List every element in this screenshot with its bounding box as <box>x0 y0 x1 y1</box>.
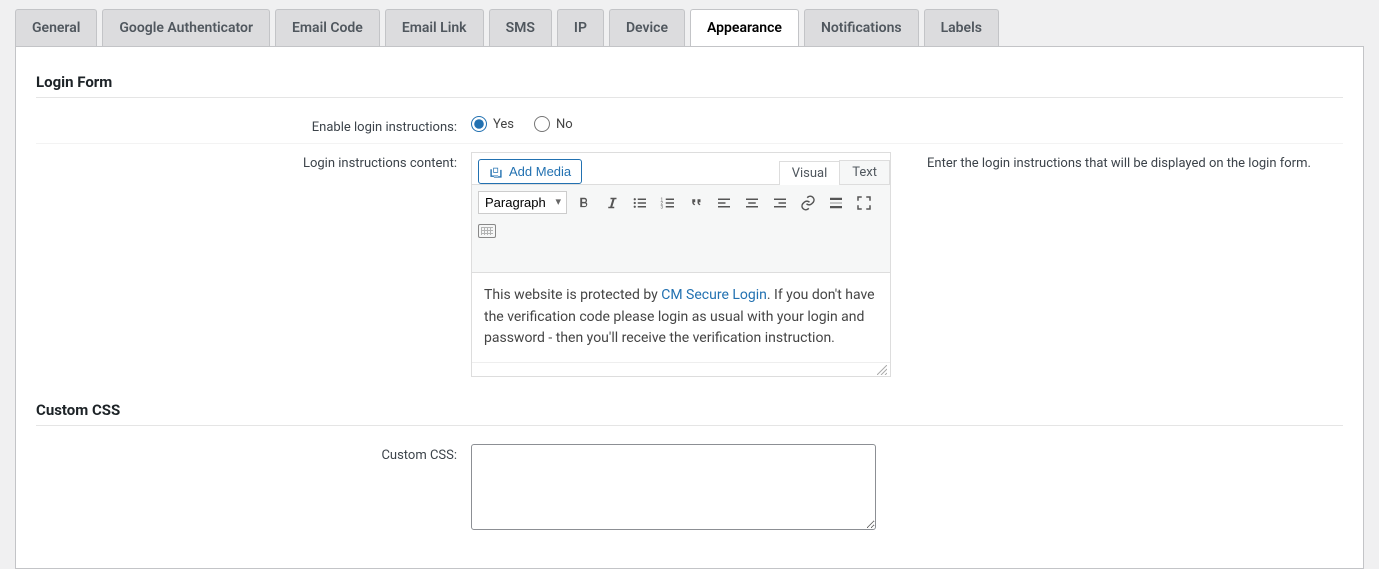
editor-tab-visual[interactable]: Visual <box>779 161 841 185</box>
editor-statusbar <box>472 362 890 376</box>
radio-yes-label: Yes <box>493 117 514 132</box>
editor-content[interactable]: This website is protected by CM Secure L… <box>472 273 890 362</box>
tab-general[interactable]: General <box>15 9 97 46</box>
tab-sms[interactable]: SMS <box>489 9 552 46</box>
blockquote-button[interactable] <box>685 192 707 214</box>
radio-yes[interactable]: Yes <box>471 116 514 132</box>
block-format-select[interactable]: Paragraph <box>478 191 567 214</box>
align-center-button[interactable] <box>741 192 763 214</box>
media-icon <box>489 165 503 179</box>
number-list-button[interactable]: 123 <box>657 192 679 214</box>
tab-appearance[interactable]: Appearance <box>690 9 799 46</box>
content-prefix: This website is protected by <box>484 287 661 303</box>
row-custom-css: Custom CSS: <box>36 436 1343 538</box>
section-custom-css: Custom CSS <box>36 401 1343 426</box>
radio-yes-input[interactable] <box>471 116 487 132</box>
svg-text:3: 3 <box>661 204 664 210</box>
read-more-button[interactable] <box>825 192 847 214</box>
add-media-label: Add Media <box>509 164 571 179</box>
content-link[interactable]: CM Secure Login <box>661 287 767 303</box>
tab-device[interactable]: Device <box>609 9 685 46</box>
tab-ip[interactable]: IP <box>557 9 604 46</box>
align-left-button[interactable] <box>713 192 735 214</box>
editor-toolbar: Paragraph 123 <box>472 184 890 273</box>
settings-tabs: GeneralGoogle AuthenticatorEmail CodeEma… <box>15 9 1364 46</box>
bold-button[interactable] <box>573 192 595 214</box>
label-enable-instructions: Enable login instructions: <box>36 116 471 135</box>
toolbar-toggle-button[interactable] <box>478 220 496 242</box>
link-button[interactable] <box>797 192 819 214</box>
tab-email-link[interactable]: Email Link <box>385 9 484 46</box>
label-instructions-content: Login instructions content: <box>36 152 471 171</box>
instructions-help: Enter the login instructions that will b… <box>927 152 1311 171</box>
row-instructions-content: Login instructions content: Add Media Vi… <box>36 144 1343 385</box>
row-enable-instructions: Enable login instructions: Yes No <box>36 108 1343 144</box>
tab-google-authenticator[interactable]: Google Authenticator <box>102 9 270 46</box>
tab-labels[interactable]: Labels <box>924 9 999 46</box>
settings-panel: Login Form Enable login instructions: Ye… <box>15 46 1364 569</box>
custom-css-textarea[interactable] <box>471 444 876 530</box>
resize-grip-icon[interactable] <box>877 365 887 375</box>
tab-notifications[interactable]: Notifications <box>804 9 919 46</box>
radio-no[interactable]: No <box>534 116 573 132</box>
rich-editor: Add Media Visual Text Paragraph <box>471 152 891 377</box>
keyboard-icon <box>478 224 496 238</box>
tab-email-code[interactable]: Email Code <box>275 9 380 46</box>
add-media-button[interactable]: Add Media <box>478 159 582 184</box>
fullscreen-button[interactable] <box>853 192 875 214</box>
radio-no-input[interactable] <box>534 116 550 132</box>
align-right-button[interactable] <box>769 192 791 214</box>
radio-no-label: No <box>556 117 573 132</box>
editor-tab-text[interactable]: Text <box>839 160 890 184</box>
italic-button[interactable] <box>601 192 623 214</box>
label-custom-css: Custom CSS: <box>36 444 471 463</box>
section-login-form: Login Form <box>36 73 1343 98</box>
bullet-list-button[interactable] <box>629 192 651 214</box>
